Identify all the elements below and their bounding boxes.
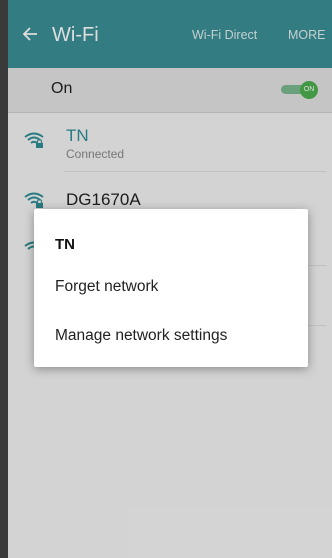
manage-network-settings-option[interactable]: Manage network settings <box>55 327 295 345</box>
network-options-dialog: TN Forget network Manage network setting… <box>34 209 308 367</box>
forget-network-option[interactable]: Forget network <box>55 278 295 296</box>
screen: Wi-Fi Wi-Fi Direct MORE On ON TN Connect… <box>8 0 332 558</box>
dialog-title: TN <box>55 236 75 253</box>
